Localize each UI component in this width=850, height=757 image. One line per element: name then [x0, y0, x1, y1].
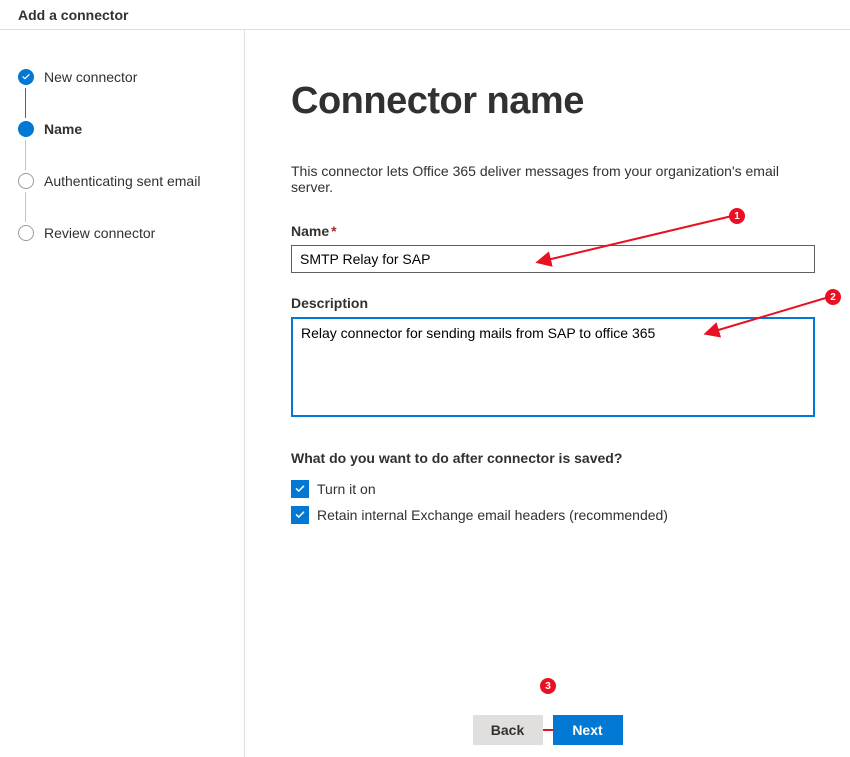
annotation-badge-2: 2	[825, 289, 841, 305]
name-group: Name*	[291, 223, 820, 273]
description-label: Description	[291, 295, 820, 311]
checkbox-turn-on[interactable]: Turn it on	[291, 480, 820, 498]
page-title: Connector name	[291, 80, 820, 123]
wizard-steps: New connector Name Authenticating sent e…	[18, 66, 226, 244]
active-dot-icon	[18, 121, 34, 137]
name-input[interactable]	[291, 245, 815, 273]
panel-title: Add a connector	[18, 7, 128, 23]
step-new-connector[interactable]: New connector	[18, 66, 226, 88]
description-textarea[interactable]: Relay connector for sending mails from S…	[291, 317, 815, 417]
step-label: Authenticating sent email	[44, 173, 200, 189]
check-icon	[18, 69, 34, 85]
pending-dot-icon	[18, 225, 34, 241]
wizard-sidebar: New connector Name Authenticating sent e…	[0, 30, 245, 757]
panel-header: Add a connector	[0, 0, 850, 30]
checkmark-icon	[291, 480, 309, 498]
checkbox-label: Retain internal Exchange email headers (…	[317, 507, 668, 523]
panel-body: New connector Name Authenticating sent e…	[0, 30, 850, 757]
wizard-main: Connector name This connector lets Offic…	[245, 30, 850, 757]
pending-dot-icon	[18, 173, 34, 189]
after-save-question: What do you want to do after connector i…	[291, 450, 820, 466]
name-label: Name*	[291, 223, 820, 239]
step-label: Review connector	[44, 225, 155, 241]
wizard-footer: Back Next	[245, 715, 850, 745]
intro-text: This connector lets Office 365 deliver m…	[291, 163, 820, 195]
description-group: Description Relay connector for sending …	[291, 295, 820, 420]
step-name[interactable]: Name	[18, 118, 226, 140]
required-star-icon: *	[331, 223, 336, 239]
step-label: New connector	[44, 69, 137, 85]
checkbox-label: Turn it on	[317, 481, 376, 497]
checkmark-icon	[291, 506, 309, 524]
step-label: Name	[44, 121, 82, 137]
step-review[interactable]: Review connector	[18, 222, 226, 244]
back-button[interactable]: Back	[473, 715, 543, 745]
annotation-badge-3: 3	[540, 678, 556, 694]
step-authenticating[interactable]: Authenticating sent email	[18, 170, 226, 192]
annotation-badge-1: 1	[729, 208, 745, 224]
next-button[interactable]: Next	[553, 715, 623, 745]
checkbox-retain-headers[interactable]: Retain internal Exchange email headers (…	[291, 506, 820, 524]
